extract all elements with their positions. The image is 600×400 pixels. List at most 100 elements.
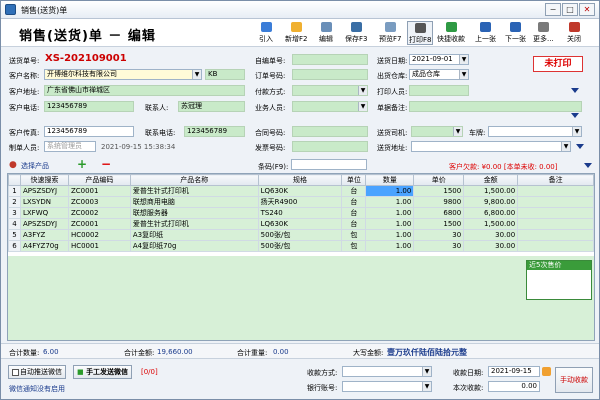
table-cell[interactable] xyxy=(517,207,594,219)
maximize-button[interactable]: □ xyxy=(562,3,578,16)
toolbar-button-prev[interactable]: 上一张 xyxy=(475,21,496,45)
expand-icon[interactable] xyxy=(584,163,592,168)
plate-select[interactable]: ▼ xyxy=(488,126,582,137)
table-cell[interactable]: 1 xyxy=(8,185,21,197)
custom-no-field[interactable] xyxy=(292,54,368,65)
table-cell[interactable] xyxy=(517,196,594,208)
column-header[interactable]: 单价 xyxy=(413,174,465,186)
table-cell[interactable]: 9800 xyxy=(413,196,465,208)
table-cell[interactable]: HC0001 xyxy=(67,240,131,252)
this-receive-field[interactable]: 0.00 xyxy=(488,381,540,392)
toolbar-button-print[interactable]: 打印F8 xyxy=(407,21,434,45)
table-cell[interactable]: 6,800.00 xyxy=(463,207,519,219)
table-row[interactable]: 3 LXFWQ ZC0002 联想服务器 TS240 台 1.00 6800 6,800.00 xyxy=(8,207,594,219)
salesman-select[interactable]: ▼ xyxy=(292,101,368,112)
expand-icon[interactable] xyxy=(571,88,579,93)
table-cell[interactable]: 3 xyxy=(8,207,21,219)
table-cell[interactable]: ZC0003 xyxy=(67,196,131,208)
driver-select[interactable]: ▼ xyxy=(411,126,463,137)
chevron-down-icon[interactable]: ▼ xyxy=(192,70,201,79)
table-cell[interactable] xyxy=(517,240,594,252)
column-header[interactable]: 金额 xyxy=(463,174,519,186)
table-cell[interactable]: 1,500.00 xyxy=(463,218,519,230)
table-cell[interactable]: TS240 xyxy=(257,207,343,219)
customer-select[interactable]: 开博维尔科技有限公司 ▼ xyxy=(44,69,202,80)
table-cell[interactable]: 1.00 xyxy=(365,185,415,197)
table-cell[interactable]: 台 xyxy=(341,207,367,219)
table-cell[interactable]: 1.00 xyxy=(365,207,415,219)
column-header[interactable]: 单位 xyxy=(341,174,367,186)
bank-account-select[interactable]: ▼ xyxy=(342,381,432,392)
table-cell[interactable]: 2 xyxy=(8,196,21,208)
table-row[interactable]: 1 APSZSDYJ ZC0001 爱普生针式打印机 LQ630K 台 1.00 1500 1,… xyxy=(8,185,594,197)
toolbar-button-close[interactable]: 关闭 xyxy=(567,21,581,45)
table-cell[interactable]: 30.00 xyxy=(463,240,519,252)
table-row[interactable]: 4 APSZSDYJ ZC0001 爱普生针式打印机 LQ630K 台 1.00 1500 1,… xyxy=(8,218,594,230)
table-cell[interactable] xyxy=(517,185,594,197)
date-field[interactable]: 2021-09-01 ▼ xyxy=(409,54,469,65)
toolbar-button-next[interactable]: 下一张 xyxy=(505,21,526,45)
table-cell[interactable]: 爱普生针式打印机 xyxy=(129,185,259,197)
chevron-down-icon[interactable]: ▼ xyxy=(459,70,468,79)
remark-field[interactable] xyxy=(409,101,582,112)
toolbar-button-import[interactable]: 引入 xyxy=(259,21,273,45)
table-cell[interactable]: 1.00 xyxy=(365,240,415,252)
minimize-button[interactable]: − xyxy=(545,3,561,16)
column-header[interactable] xyxy=(8,174,21,186)
customer-code-field[interactable]: KB xyxy=(205,69,245,80)
table-cell[interactable]: 包 xyxy=(341,240,367,252)
table-cell[interactable]: 1.00 xyxy=(365,196,415,208)
column-header[interactable]: 快速搜索 xyxy=(19,174,69,186)
table-cell[interactable]: A3复印纸 xyxy=(129,229,259,241)
auto-wechat-button[interactable]: 自动推送微信 xyxy=(8,365,66,379)
chevron-down-icon[interactable]: ▼ xyxy=(459,55,468,64)
table-cell[interactable]: 6800 xyxy=(413,207,465,219)
pay-method-select[interactable]: ▼ xyxy=(292,85,368,96)
chevron-down-icon[interactable]: ▼ xyxy=(422,382,431,391)
table-cell[interactable]: 1500 xyxy=(413,185,465,197)
table-cell[interactable]: 联想商用电脑 xyxy=(129,196,259,208)
manual-wechat-button[interactable]: ■ 手工发送微信 xyxy=(73,365,133,379)
table-cell[interactable]: 9,800.00 xyxy=(463,196,519,208)
toolbar-button-preview[interactable]: 预览F7 xyxy=(379,21,401,45)
table-cell[interactable]: LQ630K xyxy=(257,218,343,230)
table-cell[interactable]: A4复印纸70g xyxy=(129,240,259,252)
receive-method-select[interactable]: ▼ xyxy=(342,366,432,377)
table-cell[interactable]: LQ630K xyxy=(257,185,343,197)
toolbar-button-save[interactable]: 保存F3 xyxy=(345,21,367,45)
add-row-icon[interactable]: + xyxy=(77,157,87,171)
table-cell[interactable]: ZC0002 xyxy=(67,207,131,219)
remove-row-icon[interactable]: − xyxy=(101,157,111,171)
window-close-button[interactable]: ✕ xyxy=(579,3,595,16)
table-cell[interactable]: 扬天R4900 xyxy=(257,196,343,208)
column-header[interactable]: 规格 xyxy=(257,174,343,186)
toolbar-button-new[interactable]: 新增F2 xyxy=(285,21,307,45)
table-cell[interactable]: ZC0001 xyxy=(67,218,131,230)
table-cell[interactable]: APSZSDYJ xyxy=(19,218,69,230)
table-cell[interactable]: ZC0001 xyxy=(67,185,131,197)
expand-icon[interactable] xyxy=(576,144,584,149)
table-cell[interactable]: 500张/包 xyxy=(257,229,343,241)
calendar-icon[interactable] xyxy=(542,367,551,376)
table-cell[interactable]: LXSYDN xyxy=(19,196,69,208)
table-cell[interactable]: HC0002 xyxy=(67,229,131,241)
toolbar-button-more[interactable]: 更多... xyxy=(533,21,554,45)
table-cell[interactable]: A3FYZ xyxy=(19,229,69,241)
column-header[interactable]: 产品名称 xyxy=(129,174,259,186)
chevron-down-icon[interactable]: ▼ xyxy=(422,367,431,376)
table-cell[interactable]: 包 xyxy=(341,229,367,241)
table-cell[interactable]: 5 xyxy=(8,229,21,241)
table-row[interactable]: 2 LXSYDN ZC0003 联想商用电脑 扬天R4900 台 1.00 9800 9,800… xyxy=(8,196,594,208)
chevron-down-icon[interactable]: ▼ xyxy=(358,102,367,111)
table-cell[interactable]: 30 xyxy=(413,229,465,241)
fax-field[interactable]: 123456789 xyxy=(44,126,134,137)
manual-receive-button[interactable]: 手动收款 xyxy=(555,367,593,393)
column-header[interactable]: 备注 xyxy=(517,174,594,186)
table-cell[interactable]: 30.00 xyxy=(463,229,519,241)
warehouse-select[interactable]: 成品仓库 ▼ xyxy=(409,69,469,80)
address-field[interactable]: 广东省佛山市禅城区 xyxy=(44,85,245,96)
table-cell[interactable]: 1500 xyxy=(413,218,465,230)
contact-field[interactable]: 苏冠理 xyxy=(178,101,245,112)
table-cell[interactable]: 联想服务器 xyxy=(129,207,259,219)
toolbar-button-edit[interactable]: 编辑 xyxy=(319,21,333,45)
